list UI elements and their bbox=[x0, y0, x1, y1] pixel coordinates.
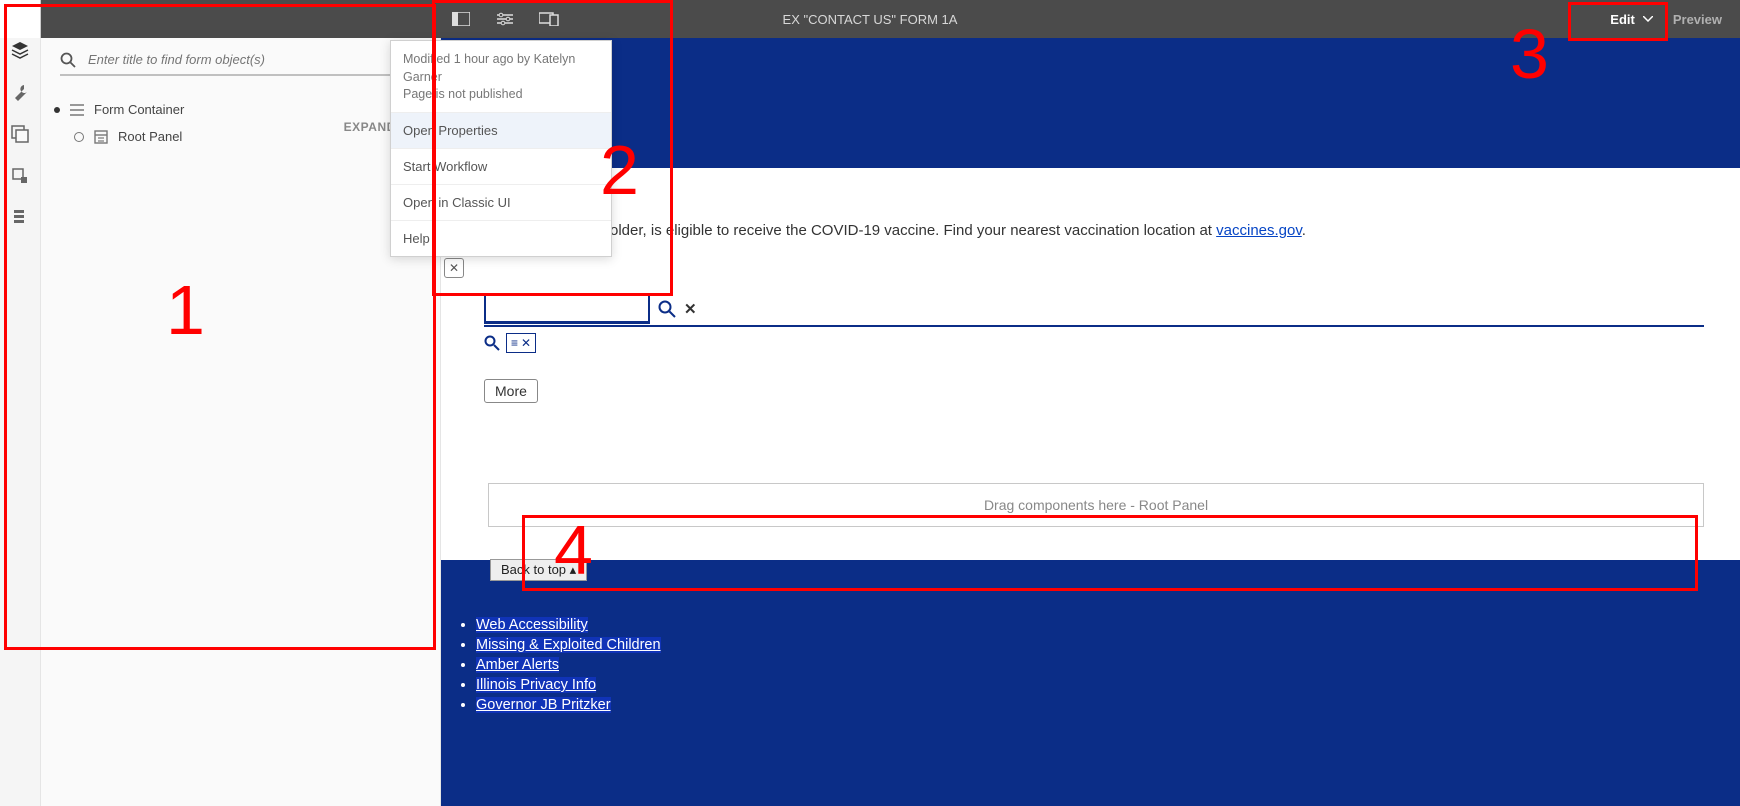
edit-mode-button[interactable]: Edit bbox=[1610, 12, 1653, 27]
site-search-area: ✕ ≡ ✕ More bbox=[484, 293, 1704, 403]
edit-label: Edit bbox=[1610, 12, 1635, 27]
footer-link[interactable]: Governor JB Pritzker bbox=[476, 697, 611, 713]
bullet-icon bbox=[54, 107, 60, 113]
notice-period: . bbox=[1302, 222, 1306, 239]
root-panel-dropzone[interactable]: Drag components here - Root Panel bbox=[488, 483, 1704, 527]
chevron-down-icon bbox=[1643, 16, 1653, 22]
page-info-menu: Modified 1 hour ago by Katelyn Garner Pa… bbox=[390, 40, 612, 257]
close-banner-button[interactable]: ✕ bbox=[444, 258, 464, 278]
side-panel-toggle-icon[interactable] bbox=[439, 0, 483, 38]
circle-icon bbox=[74, 132, 84, 142]
hamburger-icon bbox=[70, 104, 84, 116]
mode-icons bbox=[439, 0, 571, 38]
content-tree: Form Container Root Panel bbox=[40, 88, 440, 158]
back-to-top-button[interactable]: Back to top ▴ bbox=[490, 559, 587, 581]
side-panel: Content EXPAND ALL Form Container Root P… bbox=[40, 0, 441, 806]
notice-text: older, is eligible to receive the COVID-… bbox=[610, 222, 1216, 239]
modified-line: Modified 1 hour ago by Katelyn Garner bbox=[403, 51, 599, 86]
left-rail bbox=[0, 38, 41, 806]
content-search[interactable] bbox=[60, 47, 420, 76]
tree-label: Form Container bbox=[94, 102, 184, 117]
components-icon[interactable] bbox=[10, 166, 30, 186]
tree-row-root-panel[interactable]: Root Panel bbox=[54, 123, 426, 150]
emulator-icon[interactable] bbox=[527, 0, 571, 38]
menu-help[interactable]: Help bbox=[391, 220, 611, 256]
notice-link[interactable]: vaccines.gov bbox=[1216, 222, 1302, 239]
assets-icon[interactable] bbox=[10, 124, 30, 144]
footer-link[interactable]: Missing & Exploited Children bbox=[476, 637, 661, 653]
tree-label: Root Panel bbox=[118, 129, 182, 144]
publish-line: Page is not published bbox=[403, 86, 599, 104]
site-footer: Back to top ▴ Web Accessibility Missing … bbox=[440, 560, 1740, 806]
notice-banner: older, is eligible to receive the COVID-… bbox=[610, 222, 1490, 239]
data-sources-icon[interactable] bbox=[10, 208, 30, 228]
wrench-icon[interactable] bbox=[10, 82, 30, 102]
footer-link[interactable]: Illinois Privacy Info bbox=[476, 677, 596, 693]
menu-open-classic-ui[interactable]: Open in Classic UI bbox=[391, 184, 611, 220]
page-meta: Modified 1 hour ago by Katelyn Garner Pa… bbox=[391, 41, 611, 112]
dropzone-text: Drag components here - Root Panel bbox=[984, 497, 1208, 513]
more-button[interactable]: More bbox=[484, 379, 538, 403]
tree-row-form-container[interactable]: Form Container bbox=[54, 96, 426, 123]
content-search-input[interactable] bbox=[86, 51, 420, 68]
panel-icon bbox=[94, 130, 108, 144]
page-info-icon[interactable] bbox=[483, 0, 527, 38]
preview-button[interactable]: Preview bbox=[1673, 12, 1722, 27]
footer-links: Web Accessibility Missing & Exploited Ch… bbox=[440, 576, 1740, 714]
menu-start-workflow[interactable]: Start Workflow bbox=[391, 148, 611, 184]
page-title: EX "CONTACT US" FORM 1A bbox=[0, 12, 1740, 27]
content-tree-icon[interactable] bbox=[10, 40, 30, 60]
search-icon bbox=[60, 52, 76, 68]
home-tile[interactable] bbox=[0, 0, 41, 38]
menu-open-properties[interactable]: Open Properties bbox=[391, 112, 611, 148]
site-search-input[interactable] bbox=[484, 293, 650, 324]
page-canvas: ILLINOIS older, is eligible to receive t… bbox=[440, 38, 1740, 806]
footer-link[interactable]: Web Accessibility bbox=[476, 617, 588, 633]
close-icon: ✕ bbox=[521, 336, 531, 350]
lines-icon: ≡ bbox=[511, 336, 518, 350]
top-bar: EX "CONTACT US" FORM 1A Edit Preview bbox=[0, 0, 1740, 38]
search-icon[interactable] bbox=[484, 335, 500, 351]
filter-chip[interactable]: ≡ ✕ bbox=[506, 333, 536, 353]
search-icon[interactable] bbox=[658, 300, 676, 318]
site-header bbox=[440, 38, 1740, 168]
clear-icon[interactable]: ✕ bbox=[684, 300, 697, 318]
footer-link[interactable]: Amber Alerts bbox=[476, 657, 559, 673]
